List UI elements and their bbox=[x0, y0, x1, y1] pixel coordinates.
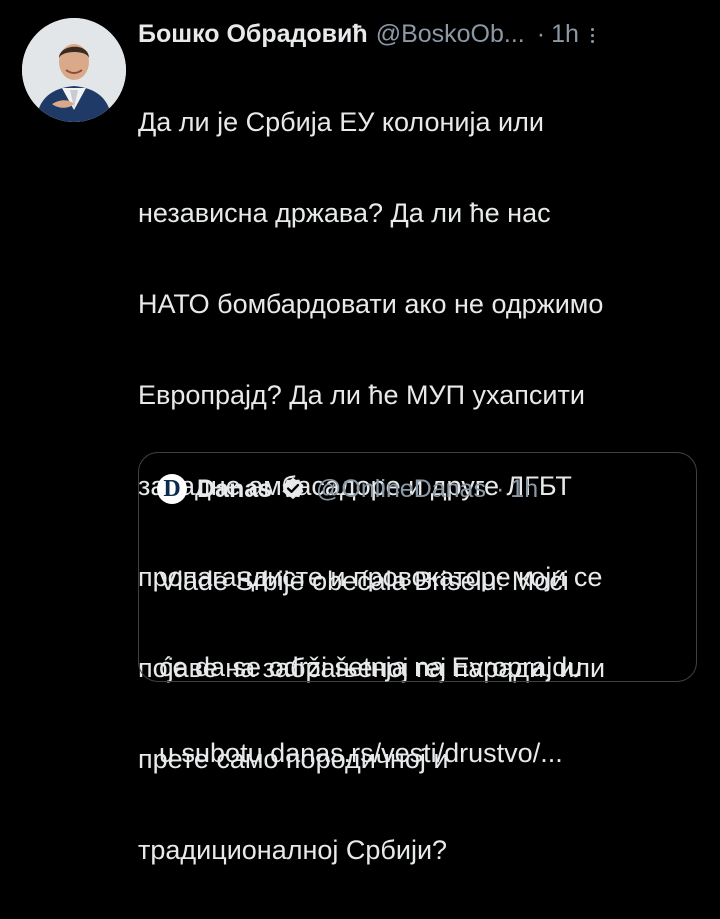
quoted-author-name[interactable]: Danas bbox=[197, 475, 272, 504]
tweet-text-line: Да ли је Србија ЕУ колонија или bbox=[138, 106, 544, 137]
tweet-header: Бошко Обрадовић @BoskoOb... · 1h bbox=[138, 14, 704, 54]
tweet-text-line: НАТО бомбардовати ако не одржимо bbox=[138, 288, 604, 319]
quoted-author-handle[interactable]: @OnlineDanas bbox=[316, 475, 486, 504]
separator: · bbox=[536, 19, 546, 48]
quoted-tweet-text: Vlade Srbije obećala Briselu: Moći će da… bbox=[159, 517, 679, 818]
tweet[interactable]: Бошко Обрадовић @BoskoOb... · 1h Да ли ј… bbox=[0, 0, 720, 865]
verified-badge-icon bbox=[282, 477, 304, 500]
author-handle[interactable]: @BoskoOb... bbox=[376, 20, 525, 49]
quoted-tweet[interactable]: D Danas @OnlineDanas · 1h Vlade Srbije o… bbox=[138, 452, 697, 768]
timestamp[interactable]: 1h bbox=[551, 20, 579, 49]
quoted-text-line: u subotu danas.rs/vesti/drustvo/... bbox=[159, 738, 563, 768]
more-vertical-icon[interactable] bbox=[590, 26, 594, 43]
tweet-text-line: Европрајд? Да ли ће МУП ухапсити bbox=[138, 379, 585, 410]
author-name[interactable]: Бошко Обрадовић bbox=[138, 20, 368, 49]
quoted-timestamp[interactable]: 1h bbox=[510, 475, 538, 504]
tweet-text-line: традиционалној Србији? bbox=[138, 834, 448, 865]
avatar[interactable] bbox=[22, 18, 126, 122]
quoted-text-line: Vlade Srbije obećala Briselu: Moći bbox=[159, 566, 569, 596]
tweet-text-line: независна држава? Да ли ће нас bbox=[138, 197, 551, 228]
quoted-tweet-header: D Danas @OnlineDanas · 1h bbox=[157, 471, 538, 507]
quoted-separator: · bbox=[495, 474, 505, 503]
quoted-avatar-letter: D bbox=[163, 476, 181, 502]
quoted-avatar[interactable]: D bbox=[157, 474, 187, 504]
quoted-text-line: će da se održi šetnja na Evroprajdu bbox=[159, 652, 583, 682]
